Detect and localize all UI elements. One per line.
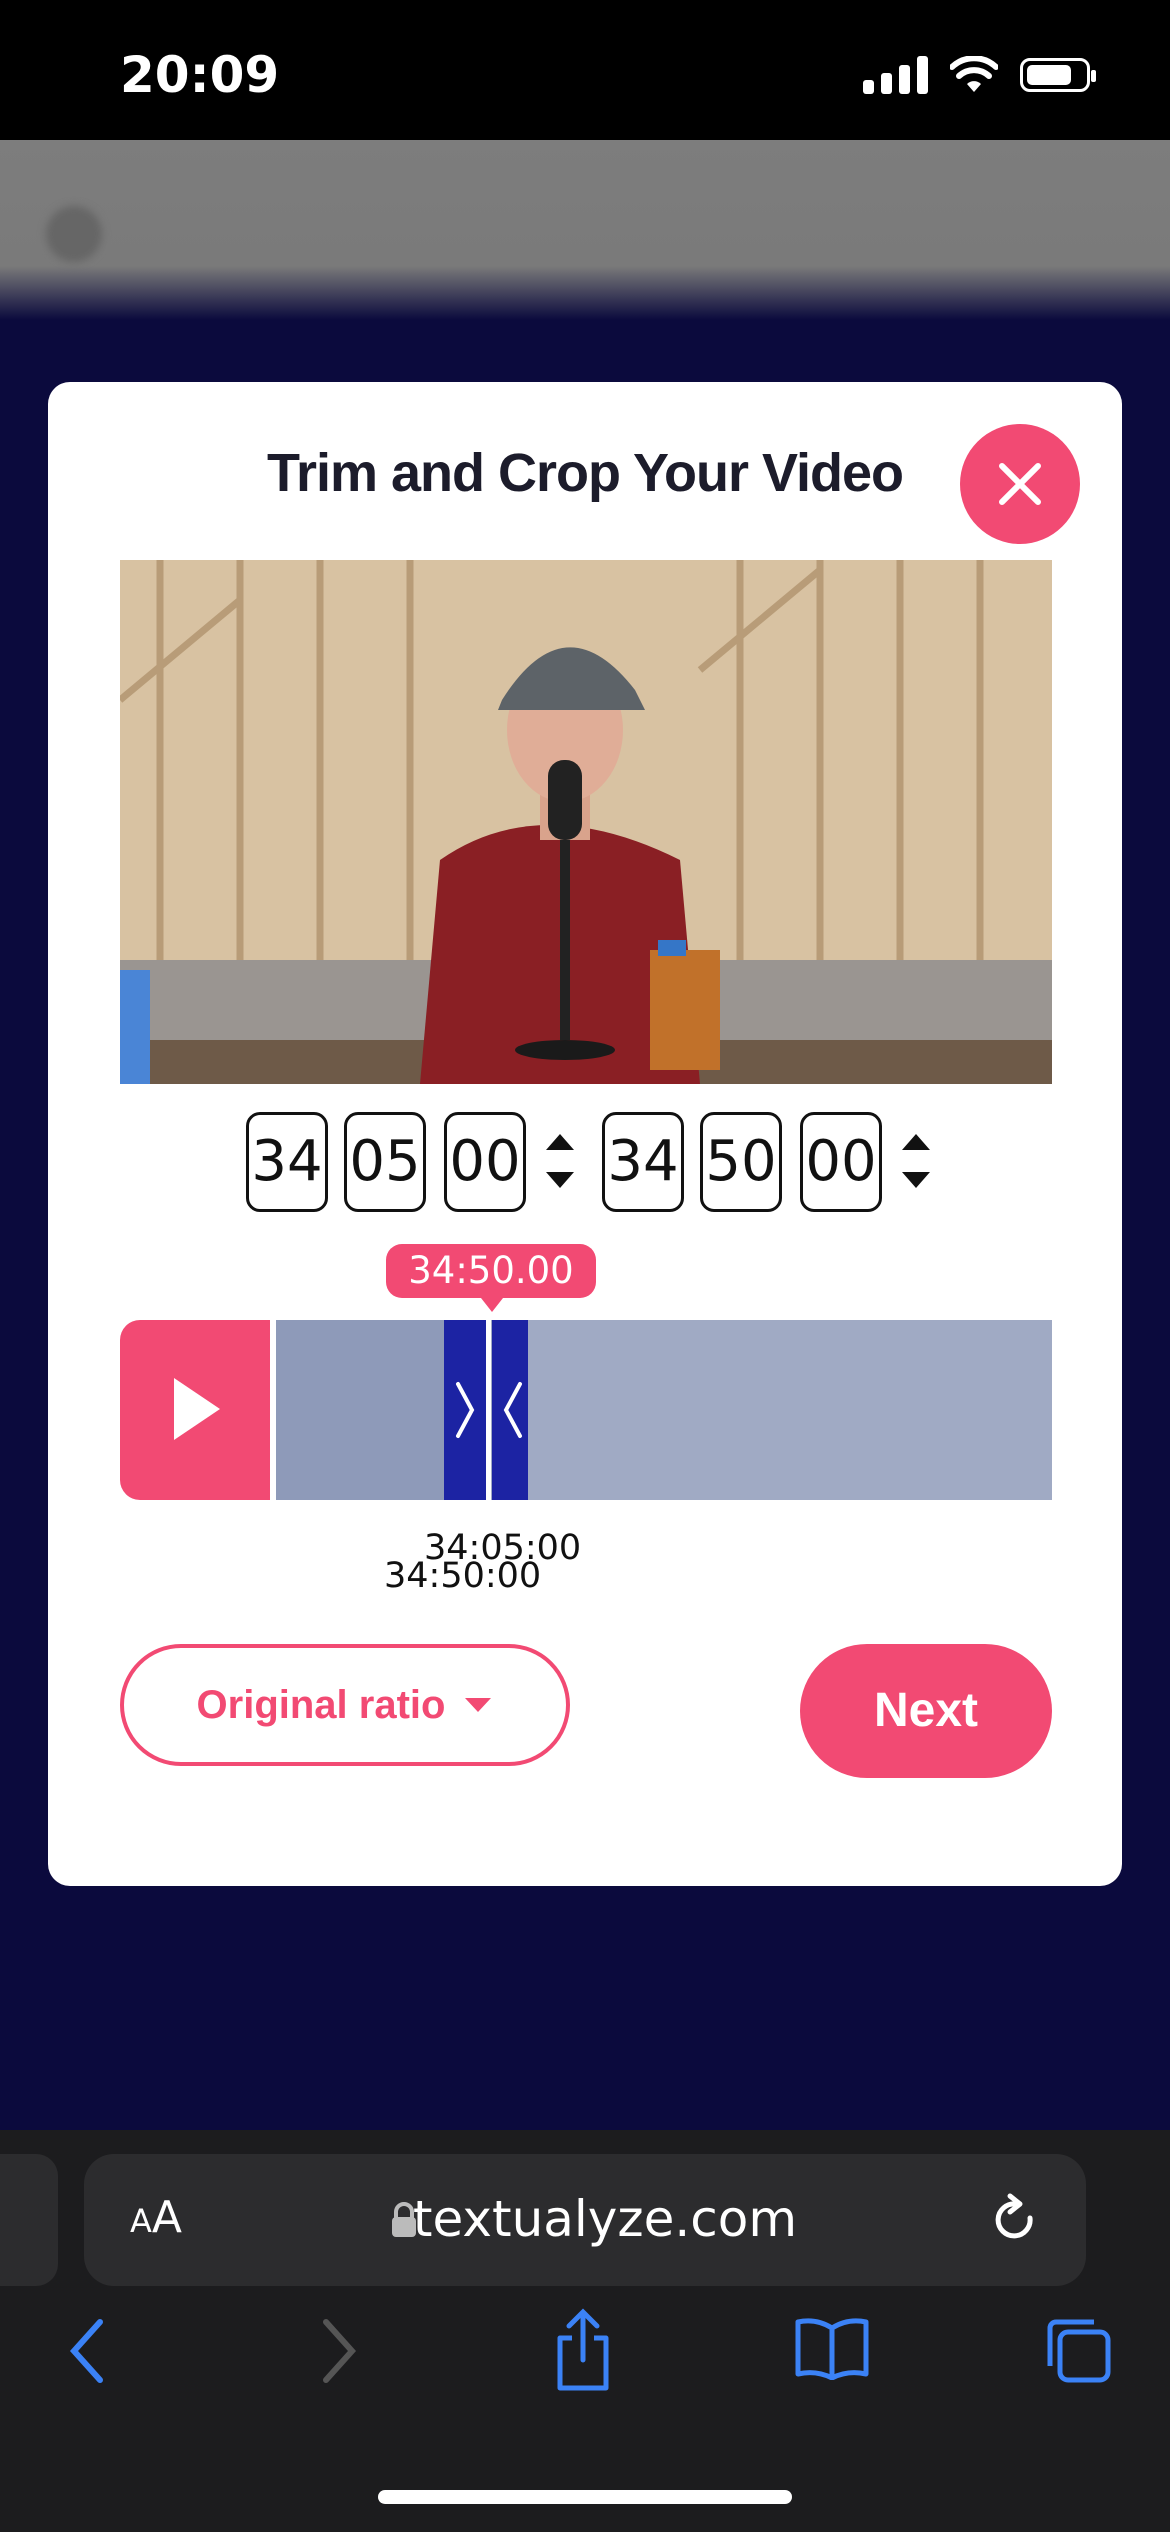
bookmarks-icon[interactable] xyxy=(794,2316,870,2380)
start-time-stepper-icon[interactable] xyxy=(542,1126,578,1196)
next-button[interactable]: Next xyxy=(800,1644,1052,1778)
status-time: 20:09 xyxy=(120,46,280,104)
aspect-ratio-dropdown[interactable]: Original ratio xyxy=(120,1644,570,1766)
reload-icon[interactable] xyxy=(990,2192,1042,2248)
trim-end-label: 34:50:00 xyxy=(384,1556,542,1596)
end-seconds-input[interactable]: 50 xyxy=(700,1112,782,1212)
previous-tab-preview[interactable] xyxy=(0,2154,58,2286)
trim-end-handle[interactable] xyxy=(492,1320,528,1500)
playhead[interactable] xyxy=(486,1320,491,1500)
start-minutes-input[interactable]: 34 xyxy=(246,1112,328,1212)
browser-nav-row xyxy=(0,2308,1170,2426)
menu-icon xyxy=(46,206,102,262)
address-bar[interactable]: AA textualyze.com xyxy=(84,2154,1086,2286)
close-icon xyxy=(999,463,1041,505)
signal-icon xyxy=(863,56,928,94)
play-button[interactable] xyxy=(120,1320,270,1500)
status-icons xyxy=(863,56,1096,94)
url-text: textualyze.com xyxy=(412,2190,798,2248)
home-indicator xyxy=(378,2490,792,2504)
status-bar: 20:09 xyxy=(0,0,1170,140)
back-icon[interactable] xyxy=(66,2316,110,2386)
trim-crop-modal: Trim and Crop Your Video 34 05 00 34 50 … xyxy=(48,382,1122,1886)
end-frames-input[interactable]: 00 xyxy=(800,1112,882,1212)
start-frames-input[interactable]: 00 xyxy=(444,1112,526,1212)
handle-chevron-icon xyxy=(503,1382,522,1438)
share-icon[interactable] xyxy=(552,2308,614,2392)
wifi-icon xyxy=(950,56,998,92)
start-seconds-input[interactable]: 05 xyxy=(344,1112,426,1212)
time-inputs: 34 05 00 34 50 00 xyxy=(48,1112,1122,1222)
video-frame xyxy=(120,560,1052,1084)
end-time-stepper-icon[interactable] xyxy=(898,1126,934,1196)
ratio-label: Original ratio xyxy=(196,1682,446,1727)
close-button[interactable] xyxy=(960,424,1080,544)
trim-start-handle[interactable] xyxy=(444,1320,486,1500)
video-preview[interactable] xyxy=(120,560,1052,1084)
page-header xyxy=(0,140,1170,320)
playhead-tooltip: 34:50.00 xyxy=(386,1244,596,1312)
handle-chevron-icon xyxy=(456,1382,475,1438)
battery-icon xyxy=(1020,58,1096,92)
timeline-played-region xyxy=(276,1320,444,1500)
chevron-down-icon xyxy=(465,1698,492,1712)
forward-icon[interactable] xyxy=(316,2316,360,2386)
play-icon xyxy=(174,1378,220,1440)
end-minutes-input[interactable]: 34 xyxy=(602,1112,684,1212)
tabs-icon[interactable] xyxy=(1044,2316,1114,2386)
